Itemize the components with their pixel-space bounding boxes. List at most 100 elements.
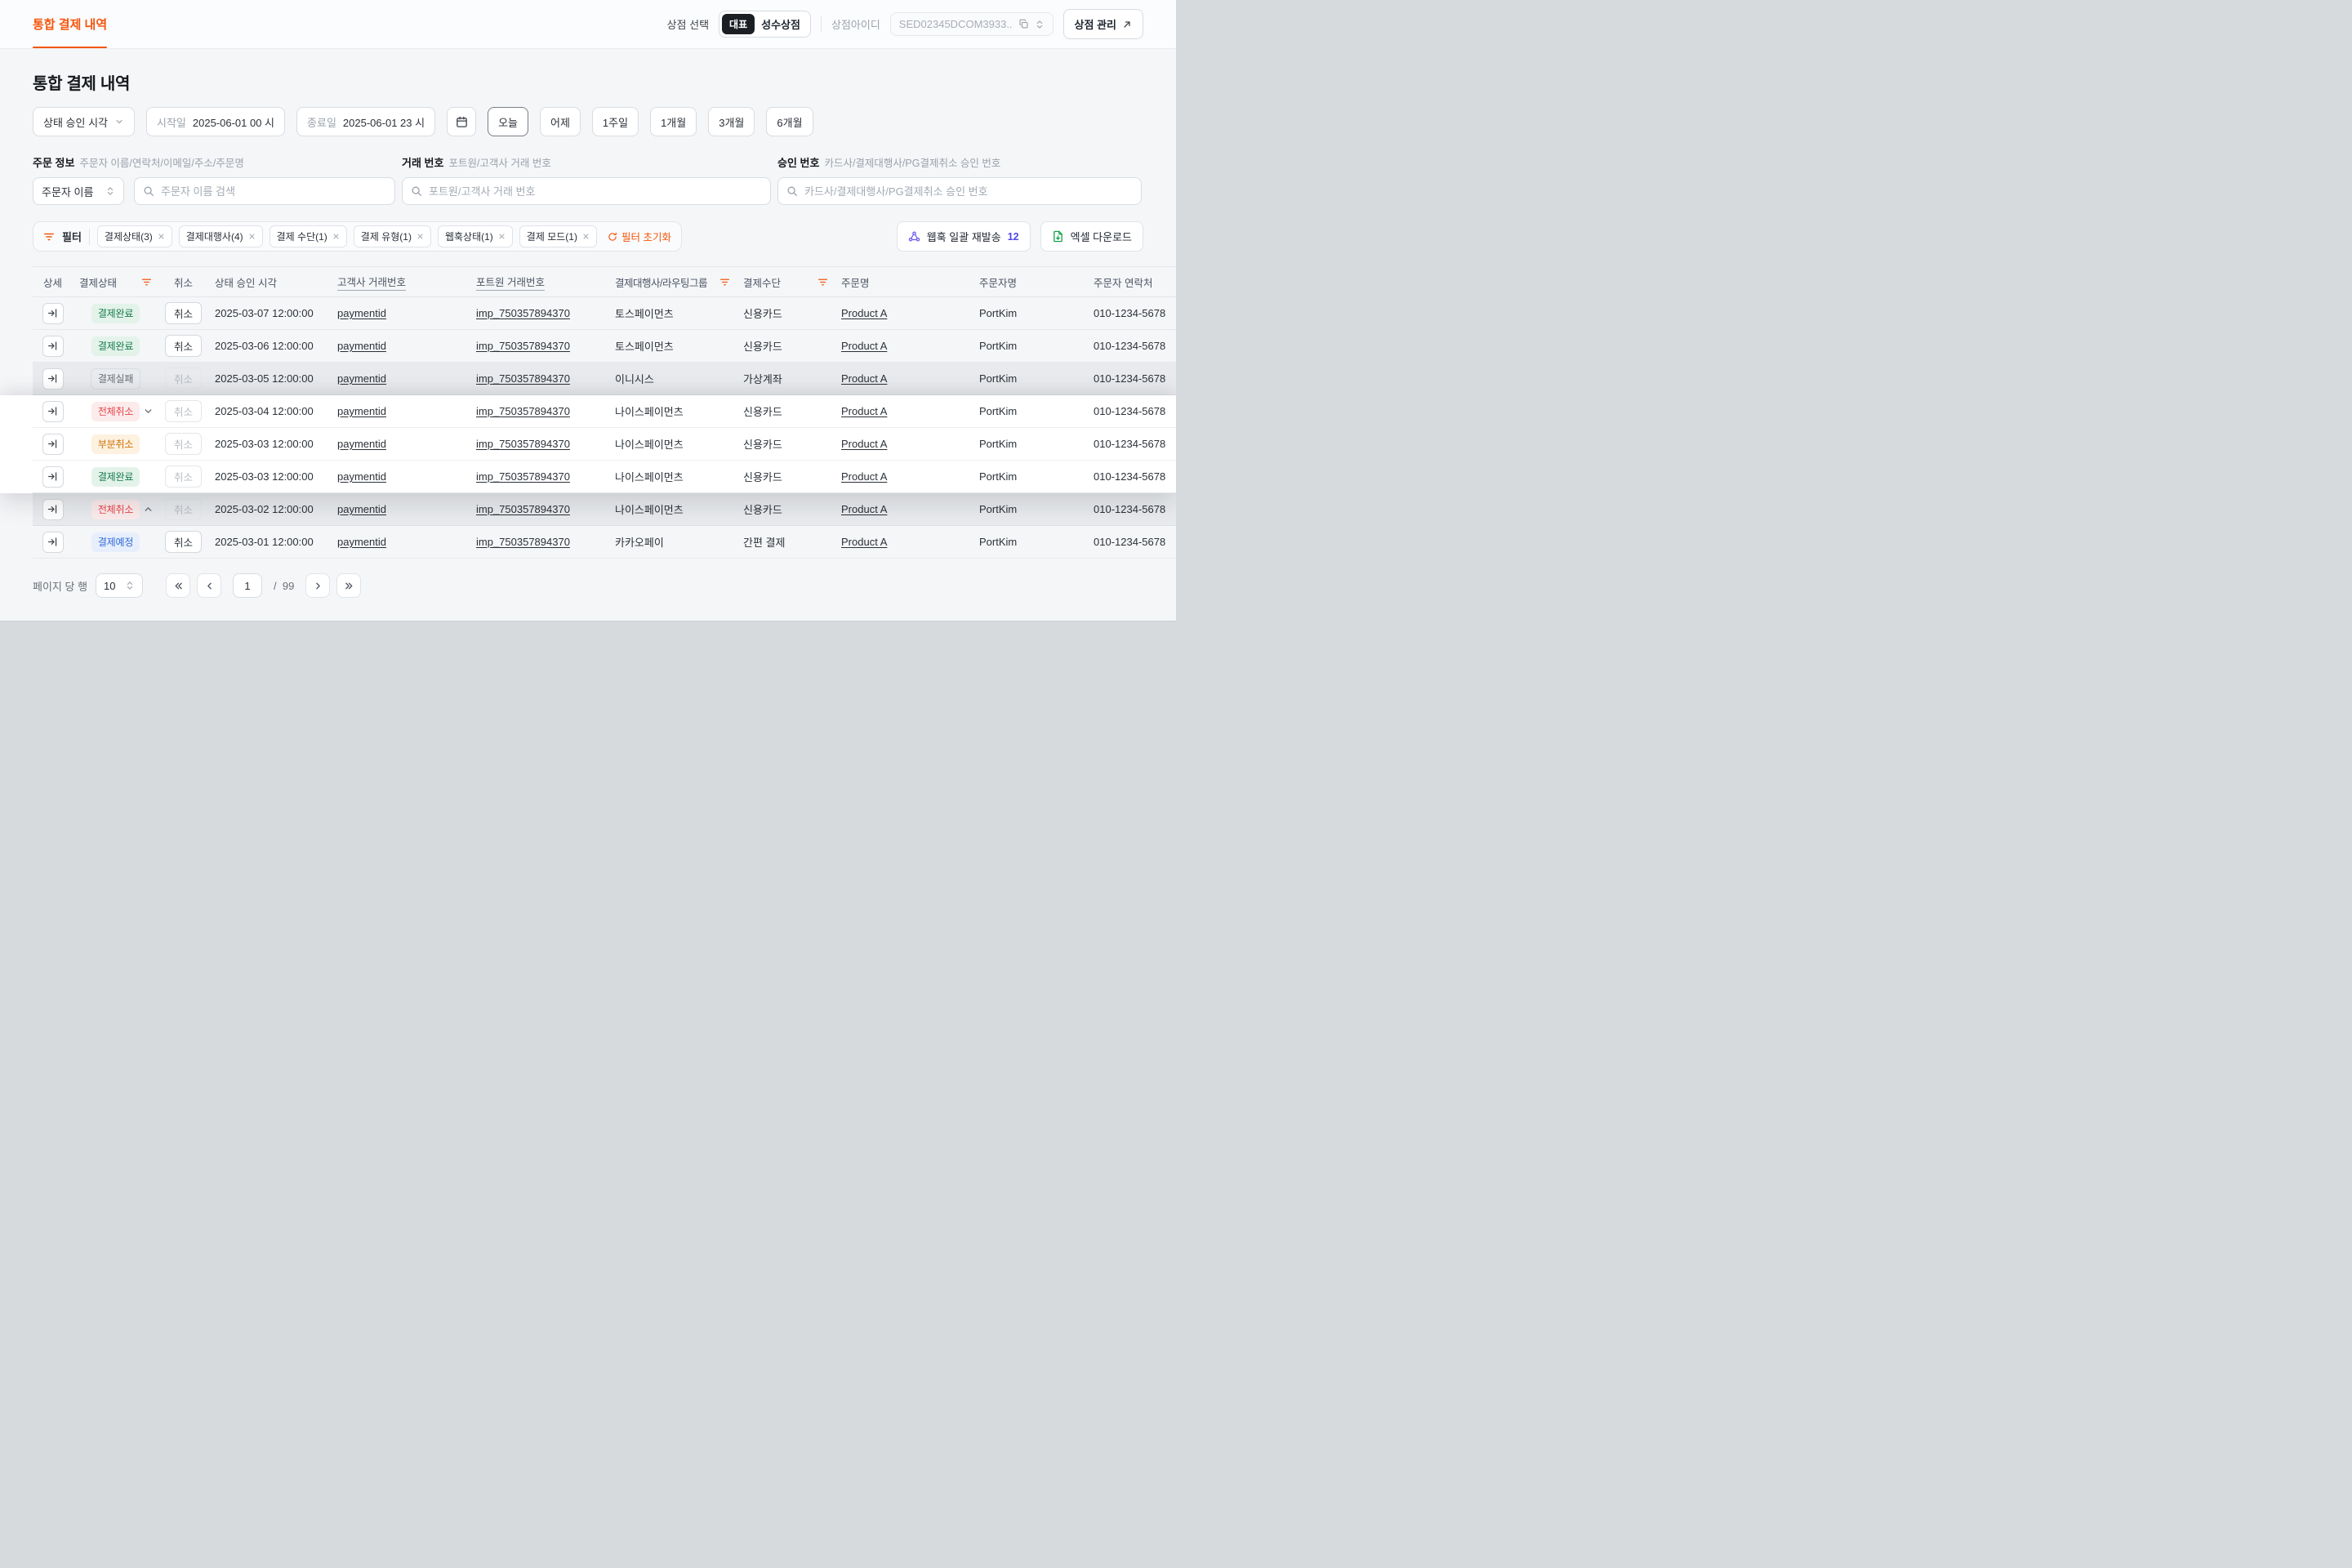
row-detail-button[interactable] [42, 303, 64, 324]
customer-txn-link[interactable]: paymentid [337, 536, 386, 548]
close-icon[interactable] [416, 233, 424, 240]
double-chevron-right-icon [344, 581, 354, 591]
cancel-button[interactable]: 취소 [165, 302, 202, 324]
status-time-dropdown[interactable]: 상태 승인 시각 [33, 107, 135, 136]
quick-range-button-4[interactable]: 3개월 [708, 107, 755, 136]
quick-range-button-2[interactable]: 1주일 [592, 107, 639, 136]
filter-chip[interactable]: 결제 유형(1) [354, 225, 431, 247]
quick-range-button-5[interactable]: 6개월 [766, 107, 813, 136]
expand-chevron-icon[interactable] [143, 504, 154, 514]
first-page-button[interactable] [166, 573, 190, 598]
calendar-button[interactable] [447, 107, 476, 136]
order-name-link[interactable]: Product A [841, 372, 887, 385]
filter-chip[interactable]: 결제 수단(1) [270, 225, 347, 247]
quick-range-button-0[interactable]: 오늘 [488, 107, 528, 136]
row-detail-button[interactable] [42, 466, 64, 488]
cancel-button[interactable]: 취소 [165, 531, 202, 553]
portone-txn-link[interactable]: imp_750357894370 [476, 536, 570, 548]
customer-txn-link[interactable]: paymentid [337, 503, 386, 515]
portone-txn-link[interactable]: imp_750357894370 [476, 503, 570, 515]
start-date-input[interactable]: 시작일 2025-06-01 00 시 [146, 107, 285, 136]
filter-chip-label: 결제 수단(1) [277, 229, 327, 243]
table-row: 결제완료 취소 2025-03-06 12:00:00 paymentid im… [33, 330, 1176, 363]
webhook-resend-button[interactable]: 웹훅 일괄 재발송 12 [897, 221, 1031, 252]
app-root: 통합 결제 내역 상점 선택 대표 성수상점 상점아이디 SED02345DCO… [0, 0, 1176, 784]
portone-txn-link[interactable]: imp_750357894370 [476, 470, 570, 483]
status-filter-funnel-icon[interactable] [141, 277, 152, 287]
reset-filters-button[interactable]: 필터 초기화 [608, 229, 671, 244]
order-name-link[interactable]: Product A [841, 438, 887, 450]
row-detail-button[interactable] [42, 336, 64, 357]
portone-txn-link[interactable]: imp_750357894370 [476, 307, 570, 319]
filter-chip[interactable]: 결제 모드(1) [519, 225, 597, 247]
order-name-link[interactable]: Product A [841, 405, 887, 417]
row-detail-button[interactable] [42, 499, 64, 520]
cancel-button: 취소 [165, 498, 202, 520]
order-name-link[interactable]: Product A [841, 470, 887, 483]
customer-txn-link[interactable]: paymentid [337, 372, 386, 385]
approved-time: 2025-03-01 12:00:00 [208, 536, 331, 548]
quick-range-button-3[interactable]: 1개월 [650, 107, 697, 136]
filter-chip[interactable]: 결제상태(3) [97, 225, 172, 247]
prev-page-button[interactable] [197, 573, 221, 598]
col-header-provider: 결제대행사/라우팅그룹 [608, 274, 737, 290]
filter-funnel-icon [43, 231, 55, 243]
filter-chip[interactable]: 결제대행사(4) [179, 225, 263, 247]
portone-txn-link[interactable]: imp_750357894370 [476, 340, 570, 352]
col-header-status: 결제상태 [73, 274, 158, 290]
method-filter-funnel-icon[interactable] [817, 277, 828, 287]
manage-store-button[interactable]: 상점 관리 [1063, 9, 1143, 39]
row-detail-button[interactable] [42, 368, 64, 390]
order-name-link[interactable]: Product A [841, 340, 887, 352]
store-select-label: 상점 선택 [667, 16, 709, 32]
customer-txn-link[interactable]: paymentid [337, 307, 386, 319]
col-header-cancel: 취소 [158, 274, 208, 290]
customer-txn-link[interactable]: paymentid [337, 470, 386, 483]
payment-method: 가상계좌 [737, 371, 835, 386]
order-name-link[interactable]: Product A [841, 536, 887, 548]
search-icon [143, 185, 154, 197]
txn-search-input[interactable] [429, 185, 762, 198]
page-input[interactable] [234, 580, 261, 592]
quick-range-button-1[interactable]: 어제 [540, 107, 581, 136]
close-icon[interactable] [158, 233, 165, 240]
provider-filter-funnel-icon[interactable] [719, 277, 730, 287]
close-icon[interactable] [582, 233, 590, 240]
order-name-link[interactable]: Product A [841, 503, 887, 515]
last-page-button[interactable] [336, 573, 361, 598]
next-page-button[interactable] [305, 573, 330, 598]
store-selector[interactable]: 대표 성수상점 [719, 11, 811, 38]
end-date-input[interactable]: 종료일 2025-06-01 23 시 [296, 107, 435, 136]
store-id-select[interactable]: SED02345DCOM3933.. [890, 12, 1054, 36]
row-detail-button[interactable] [42, 401, 64, 422]
pg-provider: 나이스페이먼츠 [608, 436, 737, 452]
row-detail-button[interactable] [42, 434, 64, 455]
filter-chip[interactable]: 웹훅상태(1) [438, 225, 513, 247]
excel-download-button[interactable]: 엑셀 다운로드 [1040, 221, 1143, 252]
table-row: 전체취소 취소 2025-03-04 12:00:00 paymentid im… [33, 395, 1176, 428]
store-id-value: SED02345DCOM3933.. [899, 18, 1013, 30]
payment-method: 신용카드 [737, 338, 835, 354]
order-name-link[interactable]: Product A [841, 307, 887, 319]
order-search-input[interactable] [161, 185, 386, 198]
portone-txn-link[interactable]: imp_750357894370 [476, 438, 570, 450]
close-icon[interactable] [498, 233, 506, 240]
refresh-icon [608, 232, 617, 242]
cancel-button[interactable]: 취소 [165, 335, 202, 357]
tab-integrated-payments[interactable]: 통합 결제 내역 [33, 0, 107, 48]
close-icon[interactable] [332, 233, 340, 240]
portone-txn-link[interactable]: imp_750357894370 [476, 405, 570, 417]
order-search-field-select[interactable]: 주문자 이름 [33, 177, 124, 205]
customer-txn-link[interactable]: paymentid [337, 405, 386, 417]
customer-txn-link[interactable]: paymentid [337, 340, 386, 352]
approval-search-input[interactable] [804, 185, 1133, 198]
page-input-box[interactable] [233, 573, 262, 598]
close-icon[interactable] [248, 233, 256, 240]
rows-per-page-select[interactable]: 10 [96, 573, 143, 598]
copy-icon[interactable] [1018, 19, 1029, 29]
row-detail-button[interactable] [42, 532, 64, 553]
expand-chevron-icon[interactable] [143, 406, 154, 416]
customer-name: PortKim [973, 438, 1087, 450]
customer-txn-link[interactable]: paymentid [337, 438, 386, 450]
portone-txn-link[interactable]: imp_750357894370 [476, 372, 570, 385]
